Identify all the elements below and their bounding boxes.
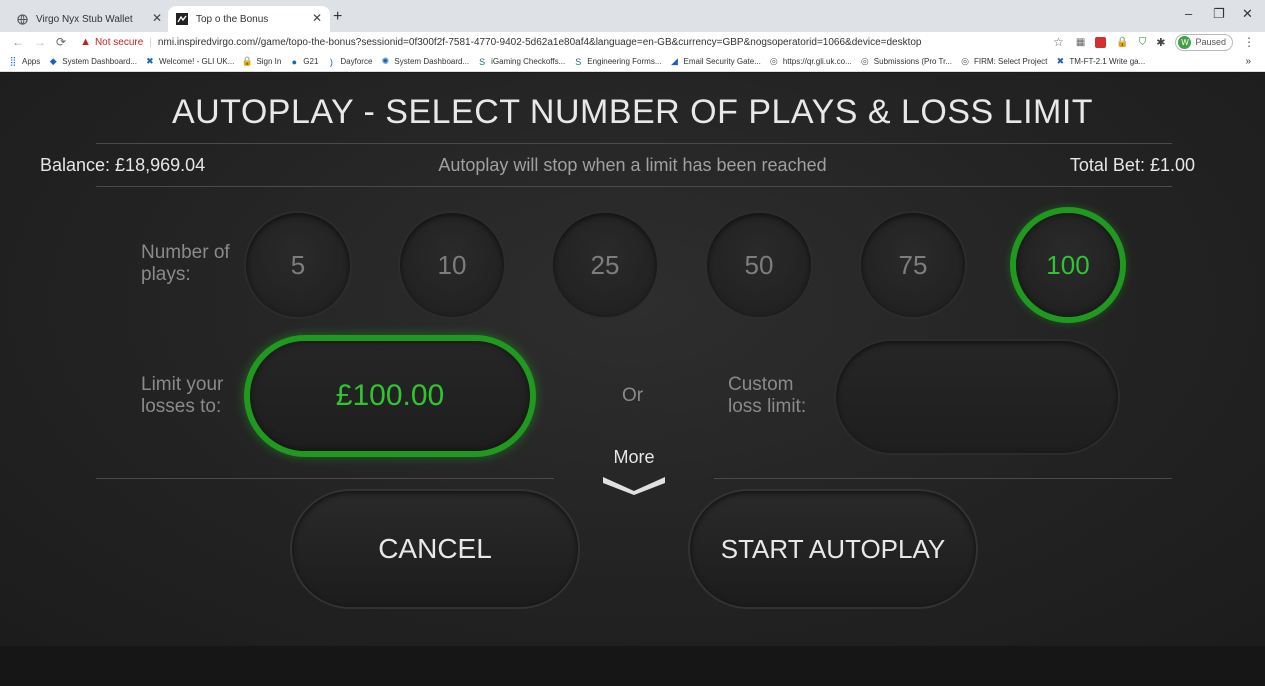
lock-extension-icon[interactable]: 🔒 xyxy=(1116,37,1128,48)
bookmark-igaming-checkoffs[interactable]: SiGaming Checkoffs... xyxy=(477,57,565,67)
bookmark-dayforce[interactable]: ) Dayforce xyxy=(326,56,373,67)
divider xyxy=(96,186,1172,187)
divider xyxy=(96,478,554,479)
qr-icon[interactable]: ▦ xyxy=(1076,37,1085,48)
page-title: AUTOPLAY - SELECT NUMBER OF PLAYS & LOSS… xyxy=(171,93,1094,131)
or-label: Or xyxy=(622,385,644,406)
warning-icon: ▲ xyxy=(80,36,91,48)
restore-icon[interactable]: ❐ xyxy=(1213,6,1225,22)
minimize-icon[interactable]: – xyxy=(1185,6,1192,21)
tab-title: Top o the Bonus xyxy=(196,13,269,25)
avatar: W xyxy=(1178,35,1192,49)
sharepoint-icon: S xyxy=(575,56,582,67)
bookmark-sign-in[interactable]: 🔒 Sign In xyxy=(241,56,282,67)
tab-title: Virgo Nyx Stub Wallet xyxy=(36,13,133,25)
profile-status: Paused xyxy=(1195,37,1226,47)
diamond-icon: ◆ xyxy=(49,56,57,66)
bookmark-firm-select-project[interactable]: ◎ FIRM: Select Project xyxy=(960,56,1047,67)
gli-logo-icon: ✖ xyxy=(146,56,154,66)
bookmark-apps[interactable]: ⣿ Apps xyxy=(8,56,41,67)
gli-logo-icon: ✖ xyxy=(1056,56,1065,66)
chevron-down-icon[interactable] xyxy=(603,473,665,500)
pdf-extension-icon[interactable] xyxy=(1095,36,1107,48)
bookmark-system-dashboard[interactable]: ◆ System Dashboard... xyxy=(48,56,137,67)
more-label[interactable]: More xyxy=(584,447,684,468)
reload-icon[interactable]: ⟳ xyxy=(56,35,66,49)
plays-option-100[interactable]: 100 xyxy=(1016,213,1120,317)
game-favicon-icon xyxy=(176,13,188,25)
close-window-icon[interactable]: ✕ xyxy=(1242,6,1253,22)
browser-tab-bar: Virgo Nyx Stub Wallet ✕ Top o the Bonus … xyxy=(0,0,1265,32)
new-tab-button[interactable]: + xyxy=(333,8,342,26)
plays-option-10[interactable]: 10 xyxy=(400,213,504,317)
sharepoint-icon: S xyxy=(479,56,486,67)
close-tab-icon[interactable]: ✕ xyxy=(312,11,322,25)
back-arrow-icon[interactable]: ← xyxy=(12,35,24,49)
start-autoplay-button[interactable]: START AUTOPLAY xyxy=(690,491,976,607)
address-divider: | xyxy=(149,36,152,48)
browser-toolbar: ← → ⟳ ▲ Not secure | nmi.inspiredvirgo.c… xyxy=(0,32,1265,52)
bookmarks-overflow-icon[interactable]: » xyxy=(1245,56,1251,67)
loss-limit-selector[interactable]: £100.00 xyxy=(250,341,530,451)
security-status[interactable]: Not secure xyxy=(95,37,143,48)
settings-icon: ✺ xyxy=(381,56,390,66)
bookmark-tm-ft[interactable]: ✖ TM-FT-2.1 Write ga... xyxy=(1055,56,1146,67)
bookmarks-bar: ⣿ Apps ◆ System Dashboard... ✖ Welcome! - G… xyxy=(0,52,1265,72)
custom-loss-limit-label: Custom loss limit: xyxy=(728,374,807,417)
shield-extension-icon[interactable]: ⛉ xyxy=(1139,37,1147,48)
g21-icon: ● xyxy=(291,56,297,67)
plays-label: Number of plays: xyxy=(141,242,230,285)
plays-option-50[interactable]: 50 xyxy=(707,213,811,317)
globe-icon xyxy=(16,13,28,25)
email-security-icon: ◢ xyxy=(671,56,678,66)
custom-loss-limit-input[interactable] xyxy=(836,341,1118,453)
game-footer xyxy=(0,646,1265,686)
loss-limit-value: £100.00 xyxy=(335,379,445,412)
globe-icon: ◎ xyxy=(769,56,778,66)
tab-virgo-nyx-stub-wallet[interactable]: Virgo Nyx Stub Wallet ✕ xyxy=(8,6,170,32)
close-tab-icon[interactable]: ✕ xyxy=(152,11,162,25)
profile-button[interactable]: W Paused xyxy=(1175,33,1233,51)
globe-icon: ◎ xyxy=(860,56,869,66)
bookmark-qr-gli[interactable]: ◎ https://qr.gli.uk.co... xyxy=(769,56,852,67)
plays-option-25[interactable]: 25 xyxy=(553,213,657,317)
bookmark-g21[interactable]: ● G21 xyxy=(289,56,319,67)
apps-grid-icon: ⣿ xyxy=(9,56,17,66)
cancel-button[interactable]: CANCEL xyxy=(292,491,578,607)
bookmark-submissions[interactable]: ◎ Submissions (Pro Tr... xyxy=(860,56,952,67)
star-icon[interactable]: ☆ xyxy=(1053,35,1064,49)
bookmark-engineering-forms[interactable]: S Engineering Forms... xyxy=(573,57,661,67)
bookmark-system-dashboard-2[interactable]: ✺ System Dashboard... xyxy=(380,56,469,67)
loss-limit-label: Limit your losses to: xyxy=(141,374,224,417)
dayforce-icon: ) xyxy=(329,56,333,67)
address-bar[interactable]: nmi.inspiredvirgo.com//game/topo-the-bon… xyxy=(158,37,1038,48)
divider xyxy=(96,143,1172,144)
autoplay-panel: AUTOPLAY - SELECT NUMBER OF PLAYS & LOSS… xyxy=(0,73,1265,646)
tab-top-o-the-bonus[interactable]: Top o the Bonus ✕ xyxy=(168,6,330,32)
bookmark-email-security[interactable]: ◢ Email Security Gate... xyxy=(670,56,761,67)
total-bet-display: Total Bet: £1.00 xyxy=(1069,155,1195,175)
bookmark-welcome-gli[interactable]: ✖ Welcome! - GLI UK... xyxy=(145,56,234,67)
plays-option-5[interactable]: 5 xyxy=(246,213,350,317)
forward-arrow-icon[interactable]: → xyxy=(34,35,46,49)
kebab-menu-icon[interactable]: ⋮ xyxy=(1243,35,1255,49)
plays-option-75[interactable]: 75 xyxy=(861,213,965,317)
puzzle-icon[interactable]: ✱ xyxy=(1156,36,1165,49)
globe-icon: ◎ xyxy=(961,56,969,66)
divider xyxy=(714,478,1172,479)
lock-icon: 🔒 xyxy=(241,56,253,66)
